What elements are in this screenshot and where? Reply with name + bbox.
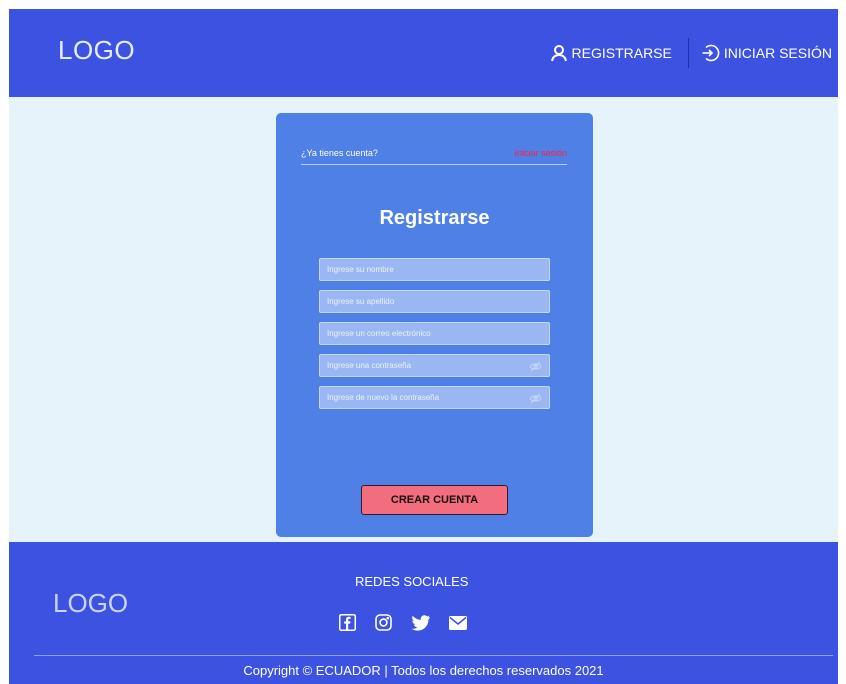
have-account-row: ¿Ya tienes cuenta? Iniciar sesión: [301, 148, 567, 165]
social-icons: [339, 614, 486, 631]
eye-off-icon[interactable]: [529, 393, 542, 404]
mail-icon[interactable]: [449, 615, 467, 630]
social-title: REDES SOCIALES: [355, 574, 469, 589]
page: LOGO REGISTRARSE INICIAR SESIÓN ¿Ya tien…: [9, 9, 838, 684]
eye-off-icon[interactable]: [529, 361, 542, 372]
password-confirm-input[interactable]: [320, 387, 549, 408]
register-card: ¿Ya tienes cuenta? Iniciar sesión Regist…: [276, 113, 593, 537]
last-name-field: [319, 290, 550, 313]
email-field: [319, 322, 550, 345]
create-account-button[interactable]: CREAR CUENTA: [361, 485, 508, 515]
sign-in-icon: [702, 44, 720, 62]
login-nav-label: INICIAR SESIÓN: [723, 45, 832, 61]
user-icon: [550, 45, 567, 62]
twitter-icon[interactable]: [411, 614, 430, 631]
header-logo[interactable]: LOGO: [58, 35, 135, 66]
have-account-text: ¿Ya tienes cuenta?: [301, 148, 378, 158]
header-nav: REGISTRARSE INICIAR SESIÓN: [550, 38, 832, 68]
card-title: Registrarse: [379, 207, 490, 229]
first-name-input[interactable]: [320, 259, 549, 280]
login-nav-link[interactable]: INICIAR SESIÓN: [700, 43, 832, 63]
top-header: LOGO REGISTRARSE INICIAR SESIÓN: [9, 9, 838, 97]
email-input[interactable]: [320, 323, 549, 344]
facebook-icon[interactable]: [339, 614, 356, 631]
footer-divider: [34, 655, 833, 656]
instagram-icon[interactable]: [375, 614, 392, 631]
register-nav-link[interactable]: REGISTRARSE: [550, 44, 672, 62]
password-confirm-field: [319, 386, 550, 409]
last-name-input[interactable]: [320, 291, 549, 312]
login-link[interactable]: Iniciar sesión: [514, 148, 567, 158]
copyright-text: Copyright © ECUADOR | Todos los derechos…: [243, 663, 604, 678]
password-input[interactable]: [320, 355, 549, 376]
nav-divider: [687, 38, 689, 68]
first-name-field: [319, 258, 550, 281]
password-field: [319, 354, 550, 377]
register-nav-label: REGISTRARSE: [571, 45, 672, 61]
footer-logo: LOGO: [53, 588, 129, 618]
footer: LOGO REDES SOCIALES Copyright © ECUADOR …: [9, 542, 838, 684]
